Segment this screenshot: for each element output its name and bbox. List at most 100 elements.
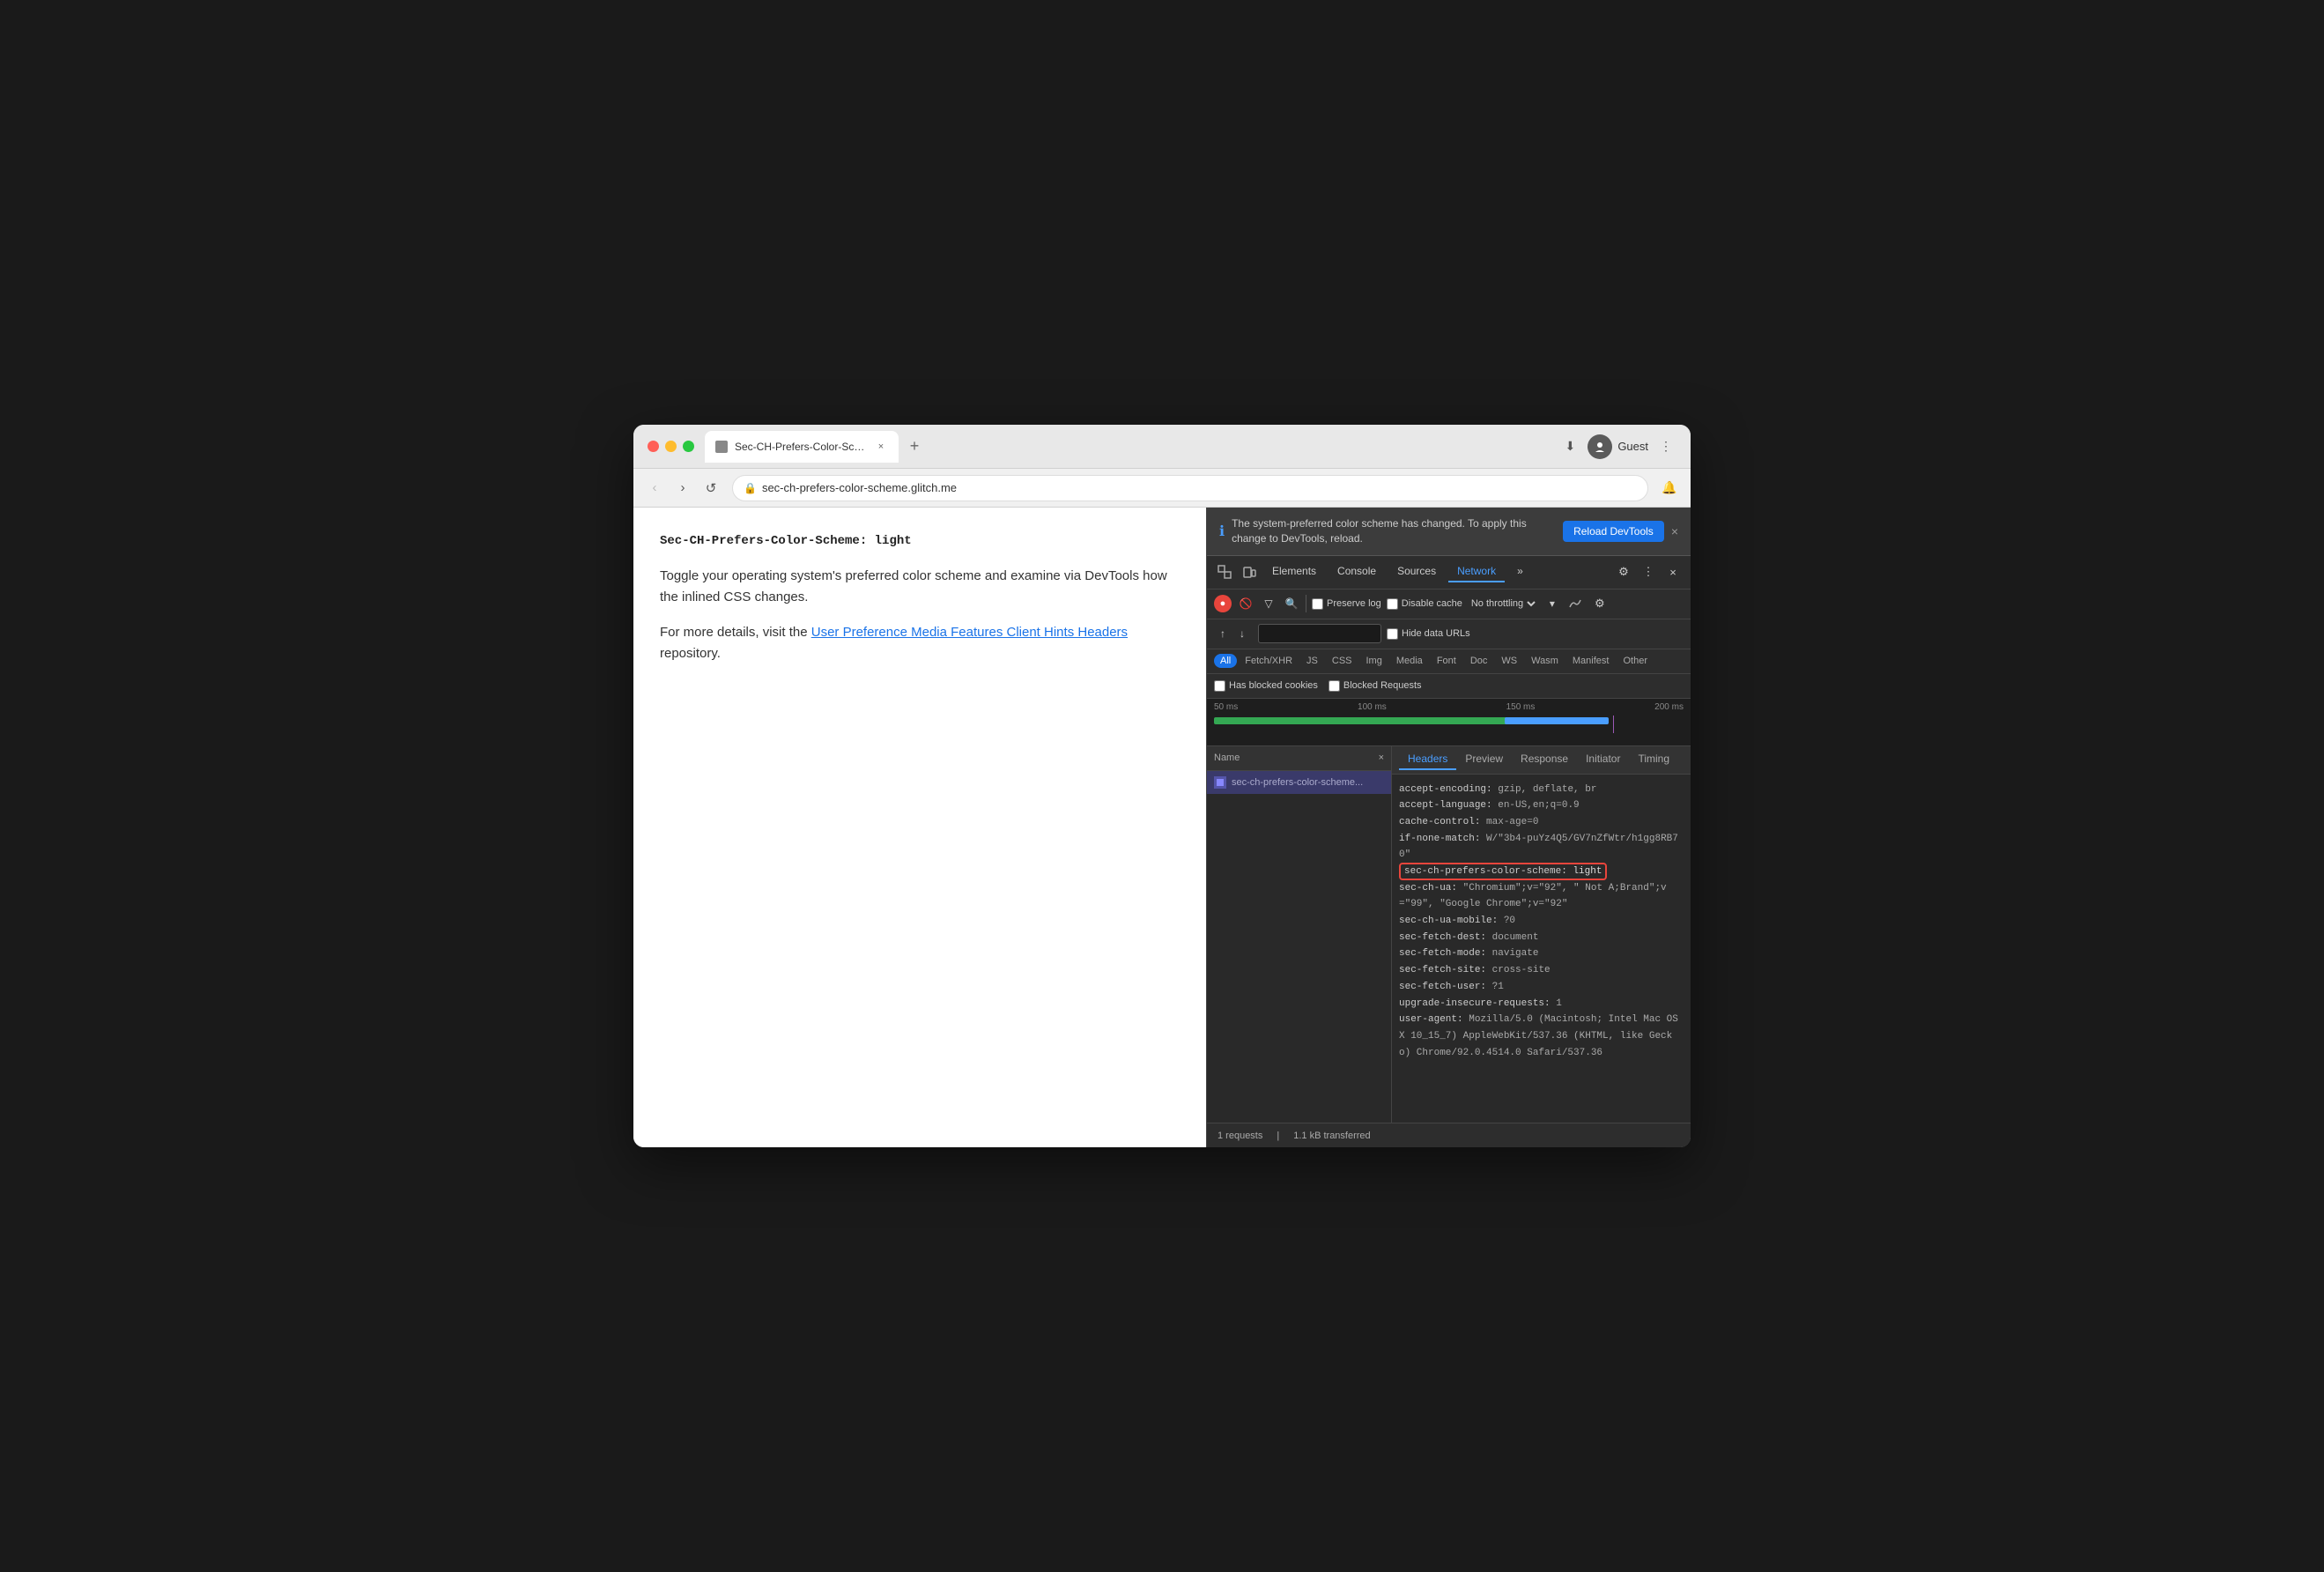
throttle-select[interactable]: No throttling	[1468, 597, 1538, 610]
disable-cache-checkbox[interactable]	[1387, 598, 1398, 610]
type-filter-font[interactable]: Font	[1431, 654, 1462, 668]
settings-icon[interactable]: ⚙	[1613, 561, 1634, 582]
record-button[interactable]: ●	[1214, 595, 1232, 612]
timeline-ruler: 50 ms 100 ms 150 ms 200 ms	[1207, 699, 1691, 716]
has-blocked-cookies-checkbox[interactable]	[1214, 680, 1225, 692]
type-filter-fetch-xhr[interactable]: Fetch/XHR	[1239, 654, 1299, 668]
devtools-more-icon[interactable]: ⋮	[1638, 561, 1659, 582]
header-upgrade-insecure-requests: upgrade-insecure-requests: 1	[1399, 996, 1684, 1012]
browser-content: Sec-CH-Prefers-Color-Scheme: light Toggl…	[633, 508, 1691, 1147]
element-picker-icon[interactable]	[1214, 561, 1235, 582]
maximize-traffic-light[interactable]	[683, 441, 694, 452]
type-filter-img[interactable]: Img	[1360, 654, 1388, 668]
devtools-panel: ℹ The system-preferred color scheme has …	[1206, 508, 1691, 1147]
has-blocked-cookies-label: Has blocked cookies	[1214, 680, 1318, 692]
browser-window: Sec-CH-Prefers-Color-Schem... × + ⬇ Gues…	[633, 425, 1691, 1147]
tab-title: Sec-CH-Prefers-Color-Schem...	[735, 441, 867, 453]
downloads-icon[interactable]: ⬇	[1559, 436, 1580, 457]
header-user-agent: user-agent: Mozilla/5.0 (Macintosh; Inte…	[1399, 1012, 1684, 1061]
timeline-mark-50: 50 ms	[1214, 702, 1238, 712]
minimize-traffic-light[interactable]	[665, 441, 677, 452]
status-transferred: 1.1 kB transferred	[1293, 1131, 1370, 1141]
network-conditions-icon[interactable]	[1566, 595, 1584, 612]
page-paragraph2-text: For more details, visit the	[660, 625, 808, 640]
tab-favicon	[715, 441, 728, 453]
active-tab[interactable]: Sec-CH-Prefers-Color-Schem... ×	[705, 431, 899, 463]
tab-console[interactable]: Console	[1329, 561, 1385, 582]
request-close-icon[interactable]: ×	[1379, 753, 1384, 763]
header-sec-fetch-dest: sec-fetch-dest: document	[1399, 930, 1684, 946]
import-button[interactable]: ↑	[1214, 625, 1232, 642]
new-tab-button[interactable]: +	[902, 434, 927, 459]
devtools-panel-icons	[1214, 561, 1260, 582]
notification-banner: ℹ The system-preferred color scheme has …	[1207, 508, 1691, 556]
device-toolbar-icon[interactable]	[1239, 561, 1260, 582]
request-list: Name × sec-ch-prefers-color-scheme...	[1207, 746, 1392, 1123]
header-sec-ch-ua-mobile: sec-ch-ua-mobile: ?0	[1399, 913, 1684, 930]
tab-network[interactable]: Network	[1448, 561, 1505, 582]
type-filter-doc[interactable]: Doc	[1464, 654, 1494, 668]
tab-close-button[interactable]: ×	[874, 440, 888, 454]
headers-content: accept-encoding: gzip, deflate, br accep…	[1392, 775, 1691, 1123]
tab-elements[interactable]: Elements	[1263, 561, 1325, 582]
header-sec-fetch-mode: sec-fetch-mode: navigate	[1399, 945, 1684, 962]
title-bar: Sec-CH-Prefers-Color-Schem... × + ⬇ Gues…	[633, 425, 1691, 469]
network-content: Name × sec-ch-prefers-color-scheme...	[1207, 746, 1691, 1123]
network-toolbar: ● 🚫 ▽ 🔍 Preserve log Disable cache No th…	[1207, 590, 1691, 619]
more-options-icon[interactable]: ⋮	[1655, 436, 1676, 457]
timeline-blue-bar	[1505, 717, 1608, 724]
request-list-header: Name ×	[1207, 746, 1391, 771]
forward-button[interactable]: ›	[672, 478, 693, 499]
network-settings-icon[interactable]: ⚙	[1589, 593, 1610, 614]
header-if-none-match: if-none-match: W/"3b4-puYz4Q5/GV7nZfWtr/…	[1399, 831, 1684, 864]
blocked-requests-checkbox[interactable]	[1329, 680, 1340, 692]
guest-badge: Guest	[1588, 434, 1648, 459]
request-item[interactable]: sec-ch-prefers-color-scheme...	[1207, 771, 1391, 794]
preserve-log-label: Preserve log	[1312, 598, 1381, 610]
type-filter-other[interactable]: Other	[1617, 654, 1654, 668]
tab-timing[interactable]: Timing	[1629, 749, 1678, 770]
request-item-doc-icon	[1214, 776, 1226, 789]
timeline-line	[1613, 716, 1614, 733]
url-bar[interactable]: 🔒 sec-ch-prefers-color-scheme.glitch.me	[732, 475, 1648, 501]
filter-input[interactable]	[1258, 624, 1381, 643]
tab-response[interactable]: Response	[1512, 749, 1577, 770]
filter-icon[interactable]: ▽	[1260, 595, 1277, 612]
reload-devtools-button[interactable]: Reload DevTools	[1563, 521, 1664, 542]
tab-preview[interactable]: Preview	[1456, 749, 1512, 770]
type-filter-js[interactable]: JS	[1300, 654, 1324, 668]
type-filter-css[interactable]: CSS	[1326, 654, 1358, 668]
page-link[interactable]: User Preference Media Features Client Hi…	[811, 625, 1128, 640]
tab-more[interactable]: »	[1508, 561, 1532, 582]
nav-buttons: ‹ › ↺	[644, 478, 722, 499]
export-button[interactable]: ↓	[1233, 625, 1251, 642]
timeline-mark-100: 100 ms	[1358, 702, 1387, 712]
tab-headers[interactable]: Headers	[1399, 749, 1456, 770]
tab-initiator[interactable]: Initiator	[1577, 749, 1629, 770]
type-filter-manifest[interactable]: Manifest	[1566, 654, 1616, 668]
url-text: sec-ch-prefers-color-scheme.glitch.me	[762, 481, 957, 494]
type-filter-all[interactable]: All	[1214, 654, 1237, 668]
profile-icon[interactable]	[1588, 434, 1612, 459]
type-filter-row: All Fetch/XHR JS CSS Img Media Font Doc …	[1207, 649, 1691, 674]
type-filter-wasm[interactable]: Wasm	[1525, 654, 1565, 668]
clear-icon[interactable]: 🚫	[1237, 595, 1255, 612]
reload-button[interactable]: ↺	[700, 478, 722, 499]
bookmark-icon[interactable]: 🔔	[1659, 478, 1680, 499]
search-icon[interactable]: 🔍	[1283, 595, 1300, 612]
type-filter-media[interactable]: Media	[1390, 654, 1429, 668]
headers-panel: Headers Preview Response Initiator Timin	[1392, 746, 1691, 1123]
throttle-dropdown-icon[interactable]: ▾	[1543, 595, 1561, 612]
info-icon: ℹ	[1219, 523, 1225, 540]
header-sec-fetch-user: sec-fetch-user: ?1	[1399, 979, 1684, 996]
type-filter-ws[interactable]: WS	[1495, 654, 1523, 668]
back-button[interactable]: ‹	[644, 478, 665, 499]
hide-data-urls-checkbox[interactable]	[1387, 628, 1398, 640]
close-traffic-light[interactable]	[648, 441, 659, 452]
page-paragraph2: For more details, visit the User Prefere…	[660, 622, 1180, 664]
preserve-log-checkbox[interactable]	[1312, 598, 1323, 610]
hide-data-urls-label: Hide data URLs	[1387, 628, 1470, 640]
devtools-close-icon[interactable]: ×	[1662, 561, 1684, 582]
notification-close-button[interactable]: ×	[1671, 524, 1678, 538]
tab-sources[interactable]: Sources	[1388, 561, 1445, 582]
